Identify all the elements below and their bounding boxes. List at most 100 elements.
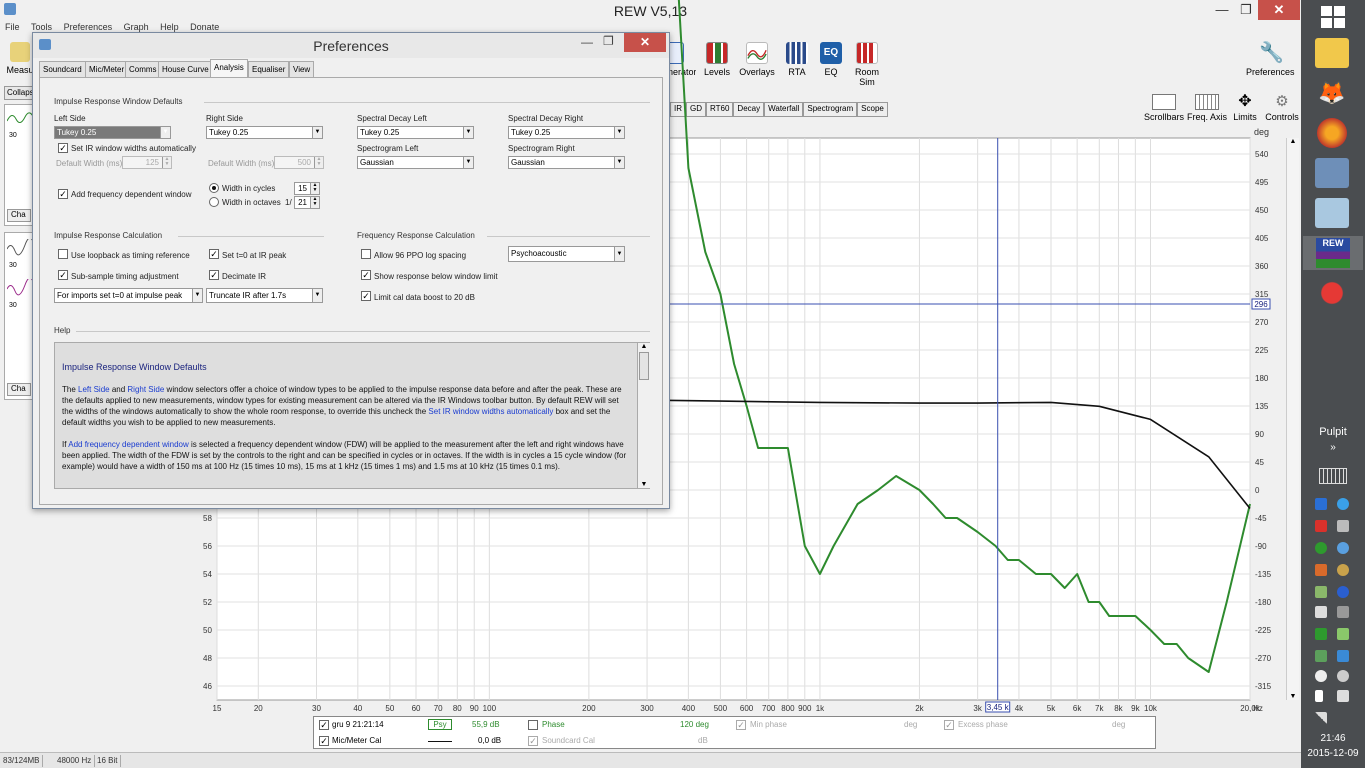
tab-mic-meter[interactable]: Mic/Meter xyxy=(85,61,129,77)
tray-record-icon[interactable] xyxy=(1315,520,1327,532)
tab-view[interactable]: View xyxy=(289,61,315,77)
signal-icon[interactable] xyxy=(1315,712,1327,724)
tab-soundcard[interactable]: Soundcard xyxy=(39,61,86,77)
right-axis-tick-label: 135 xyxy=(1255,402,1269,411)
scroll-thumb[interactable] xyxy=(639,352,649,380)
graph-scrollbar[interactable]: ▲ ▼ xyxy=(1286,138,1299,700)
chevron-down-icon: ▼ xyxy=(463,127,473,138)
clock-time[interactable]: 21:46 xyxy=(1301,733,1365,744)
spectral-decay-left-label: Spectral Decay Left xyxy=(357,114,427,123)
firefox-icon[interactable] xyxy=(1317,118,1347,148)
windows-start-icon[interactable] xyxy=(1321,6,1345,28)
help-text-box[interactable]: Impulse Response Window Defaults The Lef… xyxy=(54,342,650,489)
tray-flag-icon[interactable] xyxy=(1315,690,1323,702)
dialog-minimize-button[interactable]: — xyxy=(581,35,593,49)
notes-icon[interactable] xyxy=(1315,198,1349,228)
limit-cal-checkbox[interactable]: ✓ xyxy=(361,291,371,301)
phase-checkbox[interactable] xyxy=(528,720,538,730)
help-link-fdw[interactable]: Add frequency dependent window xyxy=(68,440,189,449)
subsample-checkbox[interactable]: ✓ xyxy=(58,270,68,280)
tray-green-icon[interactable] xyxy=(1315,542,1327,554)
speaker-icon[interactable] xyxy=(1337,690,1349,702)
tray-cloud-icon[interactable] xyxy=(1315,670,1327,682)
tray-compass-icon[interactable] xyxy=(1337,498,1349,510)
legend-checkbox-2[interactable]: ✓ xyxy=(319,736,329,746)
splat-app-icon[interactable] xyxy=(1315,278,1349,308)
help-link-set-ir[interactable]: Set IR window widths automatically xyxy=(428,407,553,416)
tray-phone-icon[interactable] xyxy=(1337,520,1349,532)
default-width-right-spinner[interactable]: 500 ▲ ▼ xyxy=(274,156,324,169)
set-t0-checkbox[interactable]: ✓ xyxy=(209,249,219,259)
help-link-right-side[interactable]: Right Side xyxy=(127,385,164,394)
imports-t0-select[interactable]: For imports set t=0 at impulse peak ▼ xyxy=(54,288,203,303)
tray-monitor-icon[interactable] xyxy=(1337,606,1349,618)
pulpit-label[interactable]: Pulpit xyxy=(1301,426,1365,438)
decimate-checkbox[interactable]: ✓ xyxy=(209,270,219,280)
right-axis-tick-label: 90 xyxy=(1255,430,1264,439)
spectral-decay-left-select[interactable]: Tukey 0.25 ▼ xyxy=(357,126,474,139)
fox-app-icon[interactable]: 🦊 xyxy=(1315,78,1349,108)
right-axis-tick-label: 495 xyxy=(1255,178,1269,187)
width-octaves-radio[interactable] xyxy=(209,197,219,207)
dialog-close-button[interactable]: ✕ xyxy=(624,33,666,52)
file-explorer-icon[interactable] xyxy=(1315,38,1349,68)
tray-sync-icon[interactable] xyxy=(1337,670,1349,682)
tray-puzzle-icon[interactable] xyxy=(1315,564,1327,576)
x-axis-tick-label: 30 xyxy=(312,704,321,713)
help-link-left-side[interactable]: Left Side xyxy=(78,385,110,394)
x-axis-tick-label: 2k xyxy=(915,704,924,713)
default-width-left-spinner[interactable]: 125 ▲ ▼ xyxy=(122,156,172,169)
tray-blue-icon[interactable] xyxy=(1337,542,1349,554)
chevron-down-icon: ▼ xyxy=(463,157,473,168)
right-side-select[interactable]: Tukey 0.25 ▼ xyxy=(206,126,323,139)
clock-date[interactable]: 2015-12-09 xyxy=(1301,748,1365,759)
tab-analysis[interactable]: Analysis xyxy=(210,59,248,77)
width-octaves-spinner[interactable]: 21 ▲ ▼ xyxy=(294,196,320,209)
width-cycles-spinner[interactable]: 15 ▲ ▼ xyxy=(294,182,320,195)
tray-shield-icon[interactable] xyxy=(1337,650,1349,662)
legend-checkbox-1[interactable]: ✓ xyxy=(319,720,329,730)
tab-house-curve[interactable]: House Curve xyxy=(158,61,213,77)
rew-taskbar-item[interactable]: REW xyxy=(1303,236,1363,270)
keyboard-icon[interactable] xyxy=(1319,468,1347,484)
spectrogram-right-select[interactable]: Gaussian ▼ xyxy=(508,156,625,169)
computer-icon[interactable] xyxy=(1315,158,1349,188)
spectral-decay-right-select[interactable]: Tukey 0.25 ▼ xyxy=(508,126,625,139)
tray-nvidia-icon[interactable] xyxy=(1315,650,1327,662)
legend-name-1: gru 9 21:21:14 xyxy=(332,720,384,729)
right-axis-tick-label: -315 xyxy=(1255,682,1272,691)
min-phase-checkbox[interactable]: ✓ xyxy=(736,720,746,730)
section-divider xyxy=(76,331,650,332)
chevron-down-icon: ▼ xyxy=(614,157,624,168)
loopback-checkbox[interactable] xyxy=(58,249,68,259)
chevron-down-icon[interactable]: » xyxy=(1301,442,1365,453)
allow96-checkbox[interactable] xyxy=(361,249,371,259)
set-ir-auto-checkbox[interactable]: ✓ xyxy=(58,143,68,153)
show-below-checkbox[interactable]: ✓ xyxy=(361,270,371,280)
x-axis-tick-label: 20 xyxy=(254,704,263,713)
tray-tool-icon[interactable] xyxy=(1315,606,1327,618)
width-cycles-radio[interactable] xyxy=(209,183,219,193)
tray-square-icon[interactable] xyxy=(1315,628,1327,640)
spectral-decay-right-label: Spectral Decay Right xyxy=(508,114,584,123)
tab-comms[interactable]: Comms xyxy=(125,61,161,77)
cursor-y-readout: 296 xyxy=(1254,300,1268,309)
windows-taskbar: 🦊 REW Pulpit » 21:46 2015-12-09 xyxy=(1301,0,1365,768)
add-fdw-checkbox[interactable]: ✓ xyxy=(58,189,68,199)
truncate-ir-select[interactable]: Truncate IR after 1.7s ▼ xyxy=(206,288,323,303)
tray-dropbox-icon[interactable] xyxy=(1315,498,1327,510)
legend-psy-badge[interactable]: Psy xyxy=(428,719,452,730)
tab-equaliser[interactable]: Equaliser xyxy=(248,61,290,77)
left-side-select[interactable]: Tukey 0.25 ▼ xyxy=(54,126,171,139)
tray-update-icon[interactable] xyxy=(1315,586,1327,598)
smoothing-select[interactable]: Psychoacoustic ▼ xyxy=(508,246,625,262)
tray-ball-icon[interactable] xyxy=(1337,564,1349,576)
excess-phase-checkbox[interactable]: ✓ xyxy=(944,720,954,730)
tray-net-icon[interactable] xyxy=(1337,628,1349,640)
help-scrollbar[interactable]: ▲ ▼ xyxy=(637,343,650,488)
left-axis-tick-label: 46 xyxy=(203,682,212,691)
tray-bluetooth-icon[interactable] xyxy=(1337,586,1349,598)
spectrogram-left-select[interactable]: Gaussian ▼ xyxy=(357,156,474,169)
soundcard-cal-checkbox[interactable]: ✓ xyxy=(528,736,538,746)
dialog-maximize-button[interactable]: ❐ xyxy=(603,34,614,48)
